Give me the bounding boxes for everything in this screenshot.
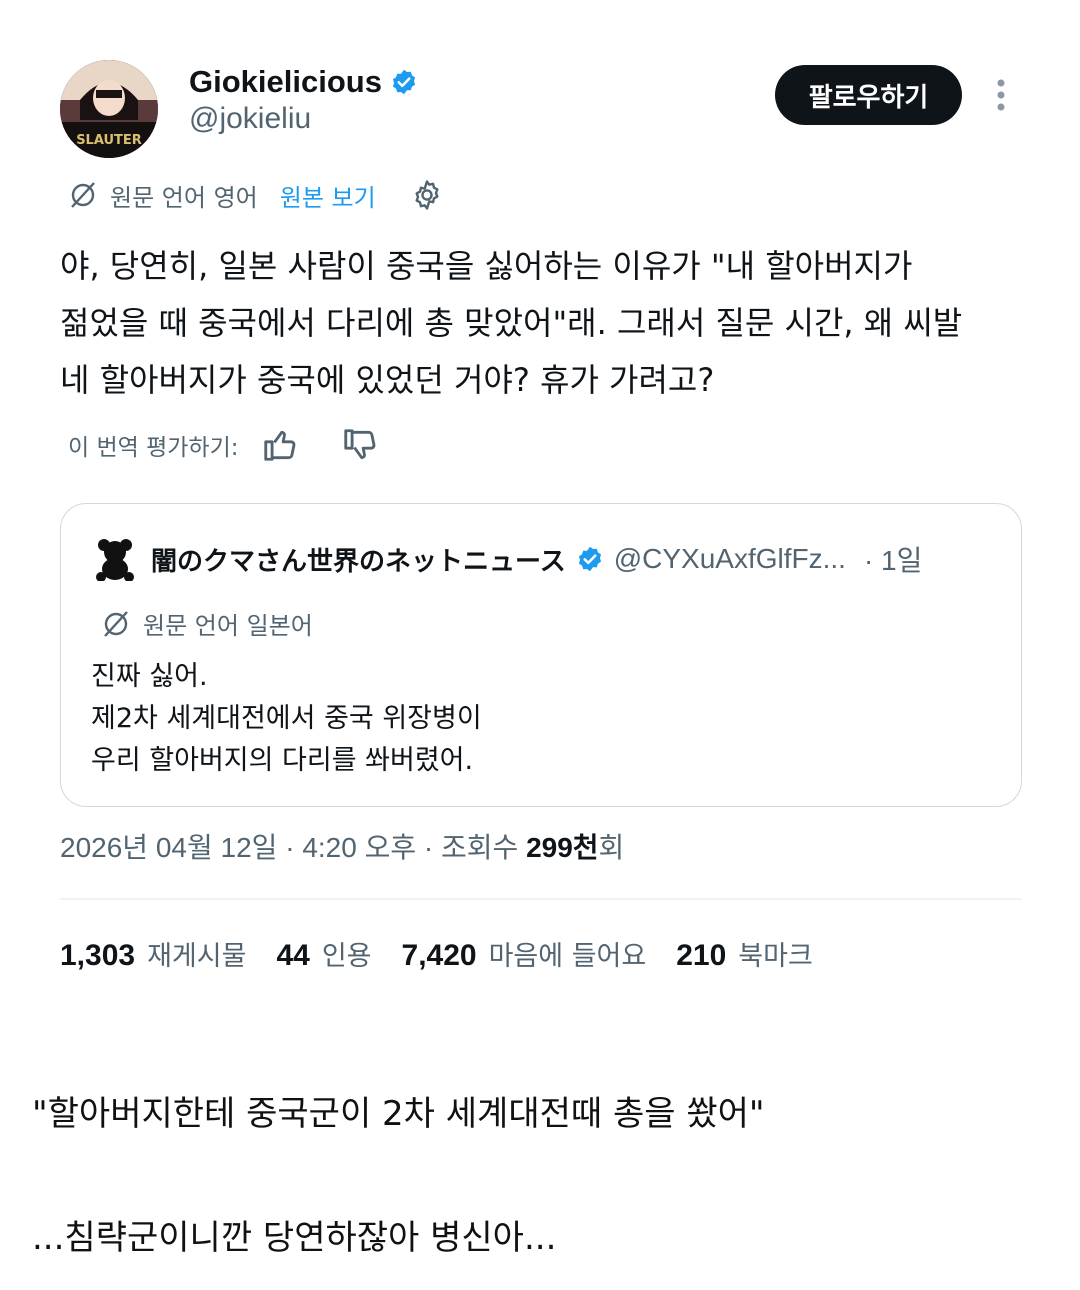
stat-number: 44 (276, 939, 310, 972)
thumbs-down-icon[interactable] (341, 426, 379, 464)
verified-badge-icon (578, 546, 601, 572)
avatar-shirt-text: SLAUTER (76, 133, 142, 148)
display-name-text: Giokielicious (189, 64, 382, 99)
stat-label: 북마크 (738, 941, 813, 972)
display-name[interactable]: Giokielicious (189, 64, 418, 100)
view-original-link[interactable]: 원본 보기 (280, 178, 376, 213)
stat-label: 마음에 들어요 (488, 941, 647, 972)
translate-icon (71, 182, 95, 208)
stat-label: 인용 (321, 941, 372, 972)
quoted-time: · 1일 (863, 545, 923, 576)
caption-line-1: "할아버지한테 중국군이 2차 세계대전때 총을 쐈어" (32, 1094, 765, 1134)
more-vertical-icon[interactable] (990, 77, 1012, 113)
tweet-text: 야, 당연히, 일본 사람이 중국을 싫어하는 이유가 "내 할아버지가 젊었을… (60, 247, 963, 399)
gear-icon[interactable] (410, 178, 444, 212)
stat-bookmarks[interactable]: 210 북마크 (676, 934, 813, 973)
tweet-time[interactable]: 4:20 오후 (302, 832, 416, 863)
quoted-author-handle[interactable]: @CYXuAxfGlfFz... (614, 543, 846, 575)
stat-label: 재게시물 (147, 941, 247, 972)
avatar[interactable]: SLAUTER (60, 60, 158, 158)
views-count: 299천 (526, 832, 599, 863)
translate-icon (104, 610, 128, 637)
avatar-image: SLAUTER (60, 60, 158, 158)
rate-translation: 이 번역 평가하기: (68, 422, 379, 468)
views-label: 조회수 (441, 832, 519, 863)
stat-quotes[interactable]: 44 인용 (276, 934, 371, 973)
stat-number: 7,420 (401, 939, 477, 972)
rate-translation-label: 이 번역 평가하기: (68, 435, 239, 461)
quoted-author-name[interactable]: 闇のクマさん世界のネットニュース (151, 541, 566, 578)
stat-number: 210 (676, 939, 727, 972)
translation-bar: 원문 언어 영어 원본 보기 (68, 175, 444, 215)
follow-button[interactable]: 팔로우하기 (775, 65, 962, 125)
caption-line-2: ...침략군이니깐 당연하잖아 병신아... (32, 1218, 557, 1258)
thumbs-up-icon[interactable] (261, 426, 299, 464)
divider (60, 898, 1022, 900)
stat-likes[interactable]: 7,420 마음에 들어요 (402, 934, 647, 973)
tweet-date[interactable]: 2026년 04월 12일 (60, 832, 277, 863)
stat-reposts[interactable]: 1,303 재게시물 (60, 934, 246, 973)
bear-icon (96, 539, 134, 581)
stat-number: 1,303 (60, 939, 136, 972)
quoted-tweet[interactable]: 闇のクマさん世界のネットニュース @CYXuAxfGlfFz... · 1일 원… (60, 503, 1022, 807)
quoted-tweet-header: 闇のクマさん世界のネットニュース @CYXuAxfGlfFz... · 1일 (95, 536, 922, 582)
quoted-source-language: 원문 언어 일본어 (143, 612, 313, 640)
tweet-meta: 2026년 04월 12일 · 4:20 오후 · 조회수 299천회 (60, 832, 625, 863)
verified-badge-icon (392, 69, 416, 95)
engagement-stats: 1,303 재게시물 44 인용 7,420 마음에 들어요 210 북마크 (60, 934, 843, 973)
quoted-tweet-text: 진짜 싫어. 제2차 세계대전에서 중국 위장병이 우리 할아버지의 다리를 쏴… (91, 661, 482, 776)
views-suffix: 회 (598, 832, 625, 863)
source-language: 원문 언어 영어 (110, 183, 258, 212)
handle[interactable]: @jokieliu (189, 102, 311, 136)
quoted-translation-bar: 원문 언어 일본어 (101, 606, 313, 641)
